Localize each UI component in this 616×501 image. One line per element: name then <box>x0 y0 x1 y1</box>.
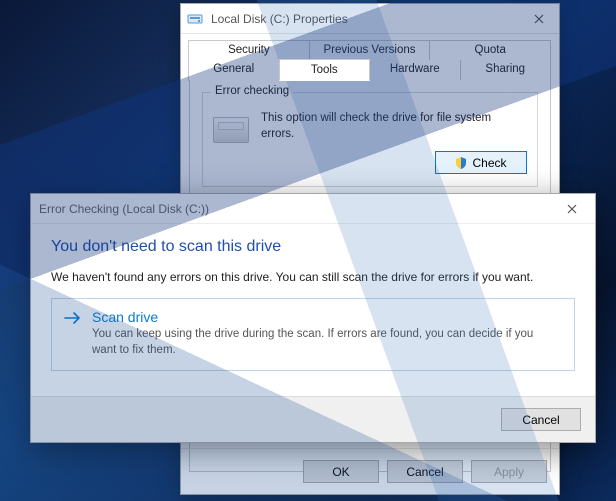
scan-drive-action[interactable]: Scan drive You can keep using the drive … <box>51 298 575 371</box>
check-button[interactable]: Check <box>435 151 527 174</box>
dialog-body: You don't need to scan this drive We hav… <box>31 224 595 371</box>
error-checking-legend: Error checking <box>211 85 293 97</box>
error-checking-group: Error checking This option will check th… <box>202 92 538 187</box>
apply-button[interactable]: Apply <box>471 460 547 483</box>
dialog-titlebar[interactable]: Error Checking (Local Disk (C:)) <box>31 194 595 224</box>
tab-previous-versions[interactable]: Previous Versions <box>309 40 431 60</box>
scan-drive-description: You can keep using the drive during the … <box>92 327 560 358</box>
properties-title: Local Disk (C:) Properties <box>211 12 525 26</box>
scan-drive-title: Scan drive <box>92 309 560 325</box>
arrow-right-icon <box>64 311 82 325</box>
dialog-footer: Cancel <box>31 396 595 442</box>
ok-button[interactable]: OK <box>303 460 379 483</box>
tab-sharing[interactable]: Sharing <box>460 60 552 81</box>
check-button-label: Check <box>472 156 506 170</box>
tab-quota[interactable]: Quota <box>429 40 551 60</box>
tab-security[interactable]: Security <box>188 40 310 60</box>
dialog-cancel-button[interactable]: Cancel <box>501 408 581 431</box>
shield-icon <box>455 157 467 169</box>
tabs-container: Security Previous Versions Quota General… <box>181 34 559 81</box>
tab-row-2: General Tools Hardware Sharing <box>189 60 551 81</box>
properties-titlebar[interactable]: Local Disk (C:) Properties <box>181 4 559 34</box>
dialog-title: Error Checking (Local Disk (C:)) <box>39 202 557 216</box>
drive-icon <box>187 11 203 27</box>
error-checking-dialog: Error Checking (Local Disk (C:)) You don… <box>30 193 596 443</box>
tab-row-1: Security Previous Versions Quota <box>189 40 551 60</box>
properties-close-button[interactable] <box>525 9 553 29</box>
close-icon <box>567 204 577 214</box>
dialog-close-button[interactable] <box>557 198 587 220</box>
close-icon <box>534 14 544 24</box>
dialog-message: We haven't found any errors on this driv… <box>51 270 575 284</box>
tab-general[interactable]: General <box>188 60 280 81</box>
dialog-headline: You don't need to scan this drive <box>51 238 575 256</box>
drive-illustration-icon <box>213 117 249 143</box>
error-checking-description: This option will check the drive for fil… <box>261 111 527 143</box>
cancel-button[interactable]: Cancel <box>387 460 463 483</box>
tab-tools[interactable]: Tools <box>279 59 371 81</box>
tab-hardware[interactable]: Hardware <box>369 60 461 81</box>
properties-footer: OK Cancel Apply <box>181 448 559 494</box>
